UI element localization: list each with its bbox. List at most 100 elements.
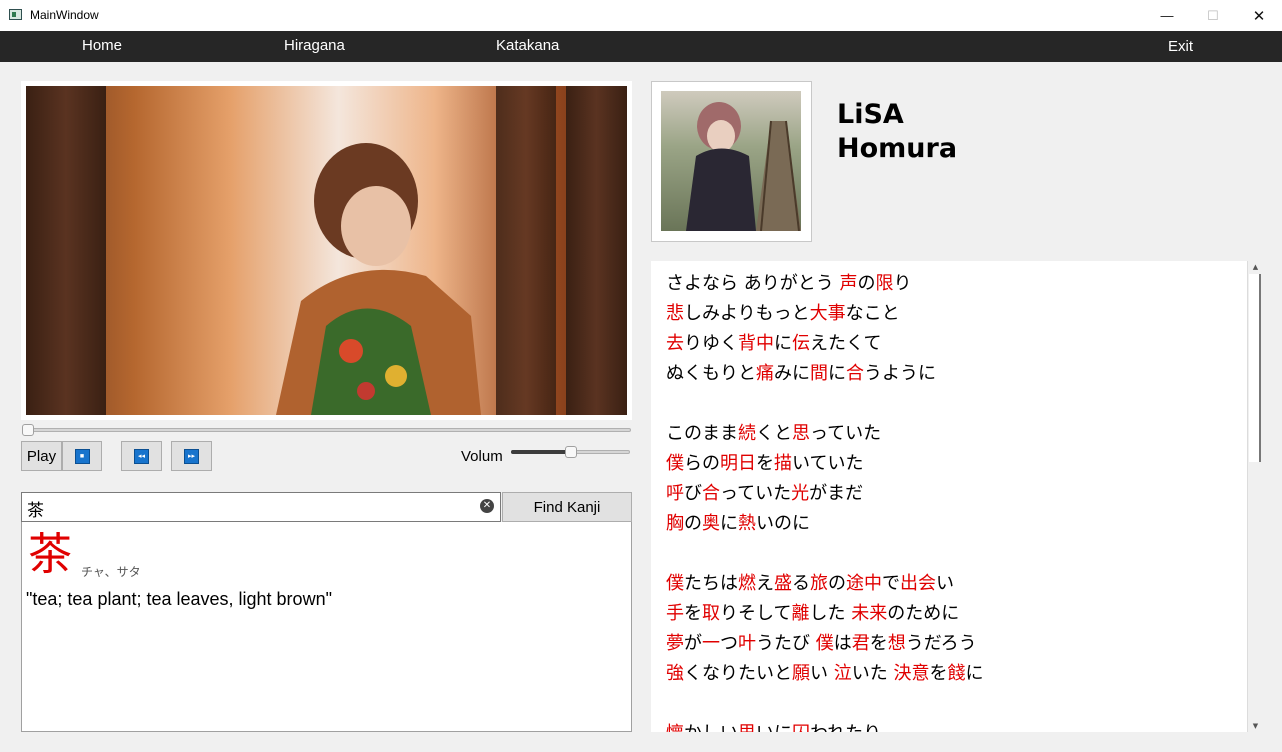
app-icon: [9, 9, 22, 20]
scroll-up-icon[interactable]: ▲: [1248, 261, 1263, 273]
album-art-image: [686, 102, 801, 231]
lyric-kanji: 途中: [846, 573, 882, 594]
lyric-kanji: 熱: [738, 513, 756, 534]
lyric-kana: いた: [851, 663, 894, 684]
clear-search-icon[interactable]: ✕: [480, 499, 494, 513]
seek-slider[interactable]: [24, 428, 631, 432]
lyric-kanji: 声: [839, 273, 858, 294]
lyric-kanji: 一: [702, 633, 720, 654]
lyric-kana: の: [684, 513, 702, 534]
lyric-kanji: 奥: [702, 513, 720, 534]
lyric-kana: で: [882, 573, 900, 594]
play-button[interactable]: Play: [21, 441, 62, 471]
menu-katakana[interactable]: Katakana: [496, 37, 559, 54]
lyric-line: 懐かしい思いに囚われたり: [666, 719, 983, 732]
lyric-line: [666, 689, 983, 719]
lyric-kana: り: [893, 273, 912, 294]
lyric-kana: い: [810, 663, 834, 684]
kanji-meaning: "tea; tea plant; tea leaves, light brown…: [26, 589, 332, 609]
lyric-kanji: 願: [792, 663, 810, 684]
lyric-kanji: 叶: [738, 633, 756, 654]
lyric-kanji: 胸: [666, 513, 684, 534]
lyric-kana: が: [684, 633, 702, 654]
volume-label: Volume: [461, 448, 502, 465]
find-kanji-button[interactable]: Find Kanji: [502, 492, 632, 522]
lyric-line: さよなら ありがとう 声の限り: [666, 269, 983, 299]
video-display[interactable]: [26, 86, 627, 415]
song-artist: LiSA Homura: [837, 98, 957, 166]
lyric-kana: らの: [684, 453, 720, 474]
lyric-kana: のために: [887, 603, 960, 624]
lyric-kana: くと: [756, 423, 792, 444]
lyrics-panel[interactable]: さよなら ありがとう 声の限り 悲しみよりもっと大事なこと 去りゆく背中に伝えたくて…: [651, 261, 1262, 732]
lyric-kanji: 盛: [774, 573, 792, 594]
minimize-button[interactable]: —: [1144, 0, 1190, 31]
lyric-kana: えたくて: [810, 333, 882, 354]
lyric-kanji: 餞: [947, 663, 966, 684]
menu-hiragana[interactable]: Hiragana: [284, 37, 345, 54]
lyric-kanji: 僕: [666, 453, 684, 474]
scroll-thumb[interactable]: [1249, 274, 1261, 462]
lyric-kana: いに: [756, 723, 792, 732]
lyric-line: 呼び合っていた光がまだ: [666, 479, 983, 509]
song-title: Homura: [837, 133, 958, 164]
volume-handle[interactable]: [564, 446, 577, 458]
lyric-kana: うだろう: [905, 633, 977, 654]
lyric-kana: くなりたいと: [684, 663, 792, 684]
lyric-kana: い: [936, 573, 954, 594]
lyric-kana: いのに: [756, 513, 810, 534]
volume-fill: [511, 450, 571, 454]
lyric-kana: を: [869, 633, 888, 654]
lyric-kana: した: [809, 603, 852, 624]
lyric-kanji: 手: [666, 603, 684, 624]
lyric-kana: さよなら ありがとう: [666, 273, 840, 294]
lyric-kana: に: [720, 513, 738, 534]
lyric-kana: うように: [864, 363, 936, 384]
lyric-kana: いていた: [792, 453, 864, 474]
lyric-kanji: 泣: [833, 663, 852, 684]
artist-name: LiSA: [837, 99, 904, 130]
lyric-kana: の: [857, 273, 876, 294]
lyric-line: 胸の奥に熱いのに: [666, 509, 983, 539]
lyric-kanji: 囚: [792, 723, 810, 732]
fast-forward-button[interactable]: ▸▸: [171, 441, 212, 471]
lyric-kanji: 決意: [893, 663, 930, 684]
video-figure: [276, 143, 481, 415]
stop-button[interactable]: ■: [62, 441, 102, 471]
menu-exit[interactable]: Exit: [1168, 38, 1193, 55]
maximize-button[interactable]: ☐: [1190, 0, 1236, 31]
lyric-kana: を: [929, 663, 948, 684]
lyric-kana: に: [774, 333, 792, 354]
lyric-kana: っていた: [810, 423, 882, 444]
lyric-kana: に: [965, 663, 984, 684]
close-button[interactable]: ✕: [1236, 0, 1282, 31]
lyric-kana: ぬくもりと: [666, 363, 756, 384]
kanji-search-input[interactable]: 茶: [21, 492, 501, 522]
seek-handle[interactable]: [22, 424, 34, 436]
lyric-kana: しみよりもっと: [684, 303, 810, 324]
lyric-kana: っていた: [720, 483, 792, 504]
lyric-kanji: 合: [702, 483, 720, 504]
lyric-line: [666, 389, 983, 419]
lyric-kana: る: [792, 573, 810, 594]
fast-forward-icon: ▸▸: [184, 448, 199, 464]
stop-icon: ■: [74, 448, 90, 464]
lyric-kanji: 出会: [900, 573, 936, 594]
rewind-icon: ◂◂: [134, 448, 149, 464]
menu-home[interactable]: Home: [82, 37, 122, 54]
lyric-line: 僕たちは燃え盛る旅の途中で出会い: [666, 569, 983, 599]
menu-bar: [0, 31, 1282, 62]
lyric-kana: このまま: [666, 423, 738, 444]
lyric-line: 僕らの明日を描いていた: [666, 449, 983, 479]
lyric-line: 夢が一つ叶うたび 僕は君を想うだろう: [666, 629, 983, 659]
kanji-reading: チャ、サタ: [81, 565, 141, 579]
lyric-kana: なこと: [845, 303, 900, 324]
rewind-button[interactable]: ◂◂: [121, 441, 162, 471]
lyric-kana: かしい: [684, 723, 738, 732]
lyric-kana: りゆく: [684, 333, 738, 354]
lyric-kana: たちは: [684, 573, 738, 594]
lyrics-text: さよなら ありがとう 声の限り 悲しみよりもっと大事なこと 去りゆく背中に伝えたくて…: [666, 269, 983, 732]
lyric-kanji: 背中: [738, 333, 774, 354]
scroll-down-icon[interactable]: ▼: [1248, 720, 1263, 732]
lyric-kana: び: [684, 483, 702, 504]
